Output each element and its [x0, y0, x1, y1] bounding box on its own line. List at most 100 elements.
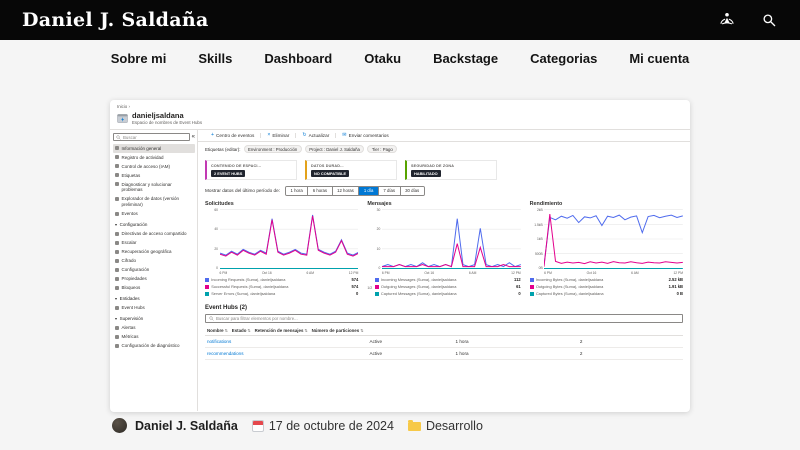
sidebar-item-icon: [115, 155, 119, 159]
nav-item[interactable]: Categorias: [530, 51, 597, 66]
time-range-button[interactable]: 1 hora: [286, 187, 308, 194]
sidebar-search-input[interactable]: Buscar: [113, 133, 190, 141]
sidebar-item-icon: [115, 241, 119, 245]
table-row[interactable]: recommendations Active 1 hora 2: [205, 348, 683, 360]
sidebar-item-icon: [115, 173, 119, 177]
time-range-button[interactable]: 1 día: [359, 187, 379, 194]
post-category[interactable]: Desarrollo: [426, 419, 483, 433]
event-hub-link[interactable]: recommendations: [205, 348, 368, 359]
chart-y-axis: 6040200: [205, 208, 218, 270]
nav-item[interactable]: Skills: [198, 51, 232, 66]
sidebar-item[interactable]: ▾ Entidades: [113, 294, 195, 303]
legend-pager[interactable]: 1/2: [367, 286, 372, 290]
meditation-icon[interactable]: [718, 11, 736, 29]
legend-label: Incoming Bytes (Suma), danieljsaldana: [536, 277, 667, 282]
time-range-button[interactable]: 30 días: [401, 187, 424, 194]
sidebar-item[interactable]: ▾ Configuración: [113, 220, 195, 229]
nav-item[interactable]: Mi cuenta: [629, 51, 689, 66]
sidebar-item[interactable]: ▾ Supervisión: [113, 314, 195, 323]
time-range-button[interactable]: 6 horas: [308, 187, 332, 194]
sidebar-item[interactable]: Explorador de datos (versión preliminar): [113, 195, 195, 210]
calendar-icon: [252, 420, 264, 432]
sidebar-item-label: Configuración de diagnóstico: [122, 343, 180, 349]
search-icon[interactable]: [760, 11, 778, 29]
sidebar-item[interactable]: Recuperación geográfica: [113, 247, 195, 256]
time-range-label: Mostrar datos del último período de:: [205, 188, 280, 193]
command-button[interactable]: × Eliminar: [260, 133, 295, 138]
command-label: Centro de eventos: [216, 133, 254, 138]
sidebar-item[interactable]: Alertas: [113, 323, 195, 332]
event-hubs-search-input[interactable]: Buscar para filtrar elementos por nombre…: [205, 314, 683, 323]
event-hub-retention: 1 hora: [454, 348, 578, 359]
time-range-button[interactable]: 7 días: [379, 187, 401, 194]
sidebar-item-label: Explorador de datos (versión preliminar): [122, 196, 194, 207]
sidebar-item[interactable]: Event Hubs: [113, 303, 195, 312]
command-label: Eliminar: [272, 133, 289, 138]
tags-label[interactable]: Etiquetas (editar):: [205, 147, 241, 152]
metric-chart[interactable]: Mensajes 3020100 6 PMOct 166 AM12 PM 1/2…: [367, 201, 520, 299]
site-logo[interactable]: Daniel J. Saldaña: [22, 9, 209, 31]
column-header[interactable]: Retención de mensajes⇅: [253, 326, 310, 335]
legend-label: Server Errors (Suma), danieljsaldana: [211, 291, 354, 296]
author-name[interactable]: Daniel J. Saldaña: [135, 419, 238, 433]
chart-title: Solicitudes: [205, 201, 358, 207]
sidebar-item[interactable]: Registro de actividad: [113, 153, 195, 162]
sidebar-item-label: Diagnosticar y solucionar problemas: [122, 182, 194, 193]
time-range-button[interactable]: 12 horas: [333, 187, 360, 194]
search-icon: [209, 316, 214, 321]
sidebar-item[interactable]: Propiedades: [113, 274, 195, 283]
legend-swatch: [205, 278, 209, 282]
metric-chart[interactable]: Solicitudes 6040200 6 PMOct 166 AM12 PM …: [205, 201, 358, 299]
post-image-azure-portal[interactable]: Inicio › danieljsaldana Espacio de nombr…: [110, 100, 690, 412]
event-hub-retention: 1 hora: [454, 336, 578, 347]
legend-label: Outgoing Bytes (Suma), danieljsaldana: [536, 284, 667, 289]
event-hubs-namespace-icon: [117, 113, 128, 124]
sidebar-item[interactable]: Información general: [113, 144, 195, 153]
sidebar-item[interactable]: Cifrado: [113, 256, 195, 265]
sidebar-item[interactable]: Diagnosticar y solucionar problemas: [113, 180, 195, 195]
sidebar-item[interactable]: Control de acceso (IAM): [113, 162, 195, 171]
event-hub-link[interactable]: notifications: [205, 336, 368, 347]
sidebar-item-icon: [115, 232, 119, 236]
tag-pill[interactable]: Project : Daniel J. Saldaña: [305, 145, 365, 153]
event-hubs-section: Event Hubs (2) Buscar para filtrar eleme…: [198, 301, 690, 363]
chart-title: Rendimiento: [530, 201, 683, 207]
column-header[interactable]: Número de particiones⇅: [310, 326, 366, 335]
sidebar-item[interactable]: Métricas: [113, 332, 195, 341]
legend-value: 2.52 kB: [669, 277, 683, 282]
nav-item[interactable]: Otaku: [364, 51, 401, 66]
command-button[interactable]: + Centro de eventos: [205, 133, 260, 138]
sidebar-item[interactable]: Directivas de acceso compartido: [113, 229, 195, 238]
sidebar-item-icon: [115, 164, 119, 168]
legend-label: Outgoing Messages (Suma), danieljsaldana: [381, 284, 514, 289]
sidebar-item[interactable]: Configuración: [113, 265, 195, 274]
sidebar-item-label: Event Hubs: [122, 305, 145, 311]
sidebar-collapse-icon[interactable]: «: [192, 134, 195, 140]
tag-pill[interactable]: Tier : Pago: [367, 145, 397, 153]
nav-item[interactable]: Backstage: [433, 51, 498, 66]
legend-row: Captured Bytes (Suma), danieljsaldana0 B: [530, 291, 683, 296]
sidebar-item-icon: [115, 277, 119, 281]
sidebar-item[interactable]: Eventos: [113, 209, 195, 218]
command-button[interactable]: ↻ Actualizar: [295, 133, 335, 138]
sidebar-item-icon: [115, 197, 119, 201]
nav-item[interactable]: Dashboard: [264, 51, 332, 66]
nav-item[interactable]: Sobre mi: [111, 51, 167, 66]
sidebar-item[interactable]: Escalar: [113, 238, 195, 247]
legend-swatch: [375, 292, 379, 296]
sidebar-item-icon: [115, 212, 119, 216]
table-row[interactable]: notifications Active 1 hora 2: [205, 336, 683, 348]
tag-pill[interactable]: Environment : Producción: [244, 145, 302, 153]
column-header[interactable]: Estado⇅: [230, 326, 253, 335]
sidebar-item[interactable]: Bloqueos: [113, 283, 195, 292]
breadcrumb[interactable]: Inicio ›: [110, 100, 690, 110]
portal-subtitle: Espacio de nombres de Event Hubs: [132, 120, 202, 125]
command-button[interactable]: ✉ Enviar comentarios: [335, 133, 394, 138]
column-header[interactable]: Nombre⇅: [205, 326, 230, 335]
sidebar-item[interactable]: Configuración de diagnóstico: [113, 341, 195, 350]
sidebar-item-label: Control de acceso (IAM): [122, 164, 171, 170]
sidebar-item[interactable]: Etiquetas: [113, 171, 195, 180]
event-hub-partitions: 2: [578, 336, 683, 347]
status-badge: HABILITADO: [411, 170, 441, 177]
metric-chart[interactable]: Rendimiento 2kB1.5kB1kB500B0B 6 PMOct 16…: [530, 201, 683, 299]
